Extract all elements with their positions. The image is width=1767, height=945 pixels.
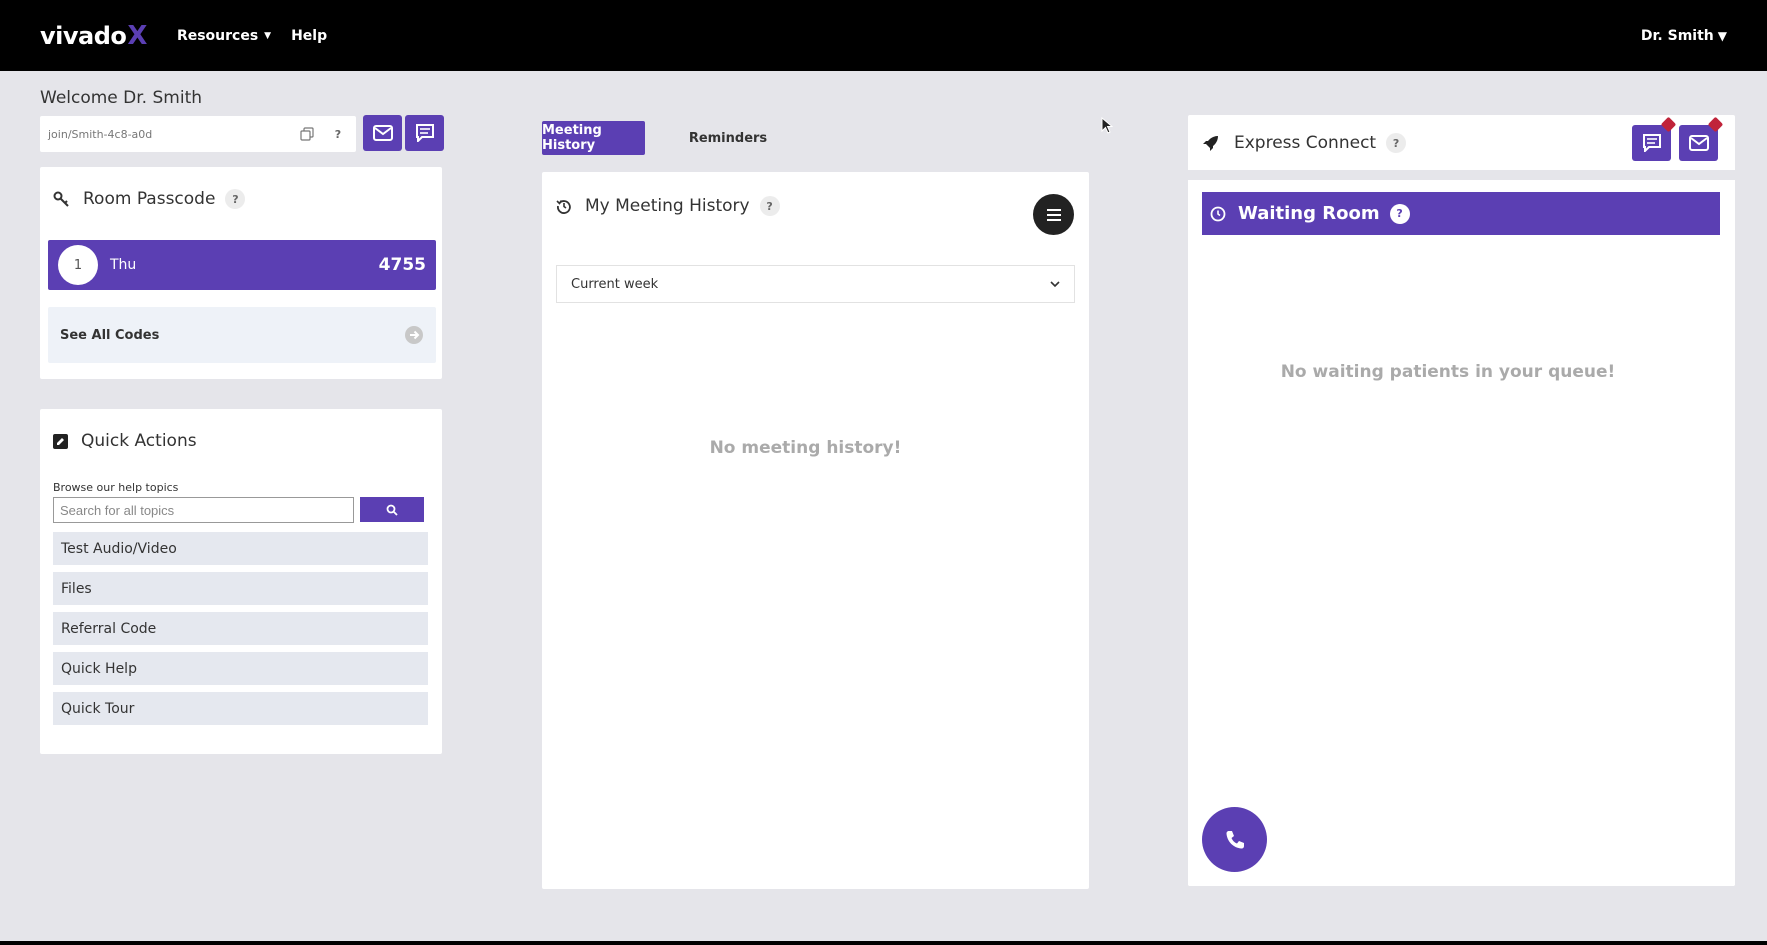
quick-action-referral-code[interactable]: Referral Code xyxy=(53,612,428,645)
caret-down-icon: ▼ xyxy=(1717,28,1727,43)
join-link-text: join/Smith-4c8-a0d xyxy=(48,127,153,141)
quick-action-quick-help[interactable]: Quick Help xyxy=(53,652,428,685)
passcode-number: 1 xyxy=(58,245,98,285)
express-sms-button[interactable] xyxy=(1632,125,1671,161)
no-meeting-history-message: No meeting history! xyxy=(709,438,902,458)
join-help-icon[interactable]: ? xyxy=(328,124,348,144)
help-search-button[interactable] xyxy=(360,497,424,522)
express-connect-overlay: Express Connect ? xyxy=(1188,116,1735,170)
express-help-icon[interactable]: ? xyxy=(1386,133,1407,153)
quick-actions-title: Quick Actions xyxy=(81,431,197,451)
vivadox-logo[interactable]: vivado X xyxy=(40,21,147,51)
waiting-room-header: Waiting Room ? xyxy=(1202,192,1720,235)
no-waiting-patients-message: No waiting patients in your queue! xyxy=(1280,362,1616,382)
welcome-heading: Welcome Dr. Smith xyxy=(40,88,203,108)
nav-help[interactable]: Help xyxy=(291,28,327,44)
edit-square-icon xyxy=(53,433,68,449)
waiting-room-help-icon[interactable]: ? xyxy=(1389,203,1410,224)
tab-reminders[interactable]: Reminders xyxy=(682,121,774,155)
chevron-down-icon xyxy=(1050,280,1060,288)
quick-action-quick-tour[interactable]: Quick Tour xyxy=(53,692,428,725)
week-filter-select[interactable]: Current week xyxy=(556,265,1075,303)
top-navbar: vivado X Resources ▼ Help Dr. Smith ▼ xyxy=(0,0,1767,71)
express-email-button[interactable] xyxy=(1679,125,1718,161)
history-menu-button[interactable] xyxy=(1033,194,1074,235)
passcode-help-icon[interactable]: ? xyxy=(225,189,246,209)
bottom-border xyxy=(0,941,1767,945)
passcode-entry[interactable]: 1 Thu 4755 xyxy=(48,240,436,290)
nav-resources[interactable]: Resources ▼ xyxy=(177,28,271,44)
panel-gap xyxy=(1188,170,1735,180)
waiting-room-panel: Waiting Room ? No waiting patients in yo… xyxy=(1188,180,1735,886)
copy-icon[interactable] xyxy=(300,127,314,141)
arrow-right-circle-icon xyxy=(404,325,424,345)
passcode-code: 4755 xyxy=(378,255,426,275)
key-icon xyxy=(53,190,71,208)
room-passcode-panel: Room Passcode ? 1 Thu 4755 See All Codes xyxy=(40,167,442,379)
clock-icon xyxy=(1210,206,1226,222)
quick-action-test-audio-video[interactable]: Test Audio/Video xyxy=(53,532,428,565)
meeting-history-panel: My Meeting History ? Current week No mee… xyxy=(542,172,1089,889)
sms-invite-button[interactable] xyxy=(405,115,444,151)
meeting-history-title: My Meeting History xyxy=(585,196,750,216)
call-button[interactable] xyxy=(1202,807,1267,872)
chat-bubble-icon xyxy=(1642,134,1661,152)
quick-actions-panel: Quick Actions Browse our help topics Tes… xyxy=(40,409,442,754)
caret-down-icon: ▼ xyxy=(264,30,272,41)
user-menu[interactable]: Dr. Smith ▼ xyxy=(1641,0,1727,71)
tab-meeting-history[interactable]: Meeting History xyxy=(542,121,645,155)
see-all-codes-link[interactable]: See All Codes xyxy=(48,307,436,363)
browse-help-label: Browse our help topics xyxy=(53,481,179,494)
express-connect-title: Express Connect xyxy=(1234,133,1377,153)
mouse-cursor-icon xyxy=(1101,116,1114,139)
passcode-day: Thu xyxy=(110,257,137,273)
rocket-icon xyxy=(1202,135,1219,152)
join-link-box: join/Smith-4c8-a0d ? xyxy=(40,116,356,152)
hamburger-icon xyxy=(1046,208,1061,221)
quick-action-files[interactable]: Files xyxy=(53,572,428,605)
room-passcode-title: Room Passcode xyxy=(83,189,216,209)
history-icon xyxy=(556,198,572,214)
search-icon xyxy=(386,504,398,516)
chat-bubble-icon xyxy=(415,124,434,142)
waiting-room-title: Waiting Room xyxy=(1238,203,1380,224)
help-search-input[interactable] xyxy=(53,497,354,523)
history-help-icon[interactable]: ? xyxy=(759,196,780,216)
envelope-icon xyxy=(372,125,393,141)
envelope-icon xyxy=(1688,135,1709,151)
email-invite-button[interactable] xyxy=(363,115,402,151)
phone-icon xyxy=(1226,830,1244,848)
